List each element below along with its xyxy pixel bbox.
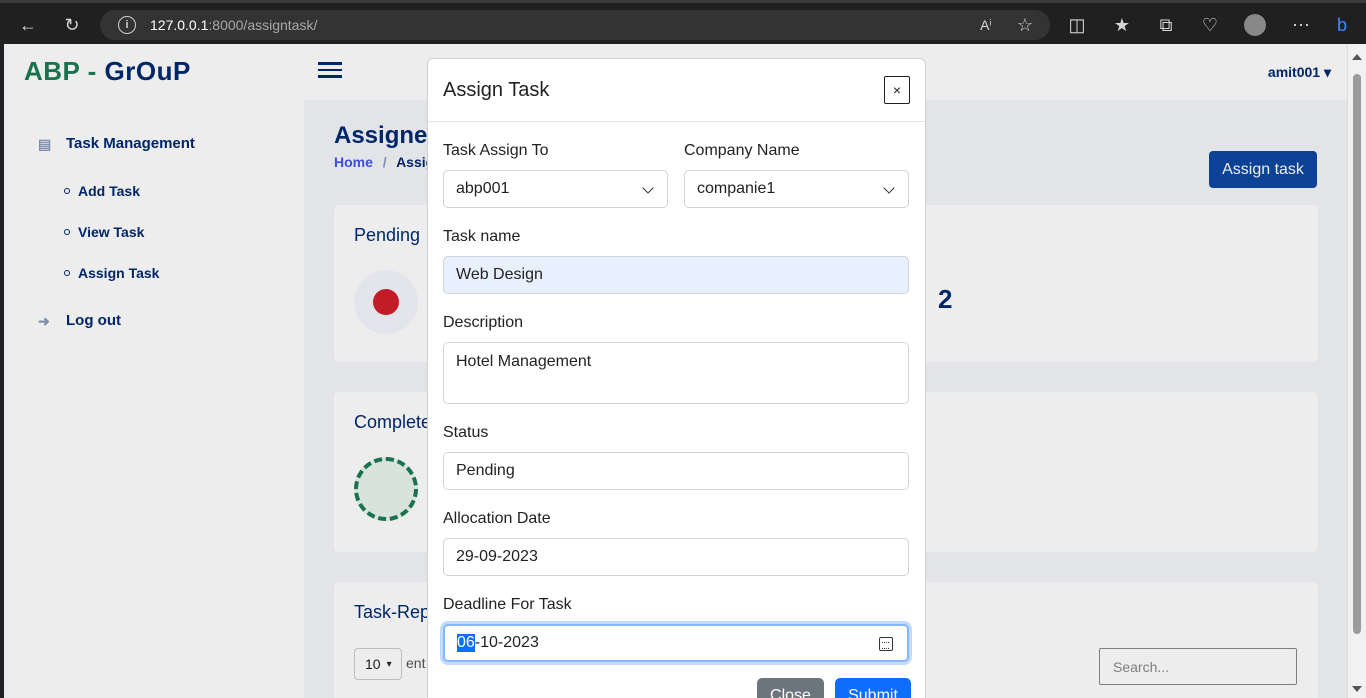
assign-to-value: abp001 <box>456 180 510 197</box>
info-icon[interactable]: i <box>118 16 136 34</box>
page-scrollbar[interactable] <box>1347 44 1366 698</box>
split-screen-icon[interactable]: ◫ <box>1063 11 1091 39</box>
collections-icon[interactable]: ⧉ <box>1152 11 1180 39</box>
task-name-label: Task name <box>443 228 521 245</box>
company-select[interactable]: companie1 <box>684 170 909 208</box>
modal-header: Assign Task × <box>428 59 925 122</box>
chevron-down-icon <box>642 182 654 194</box>
scroll-up-icon[interactable] <box>1352 54 1362 60</box>
allocation-date-label: Allocation Date <box>443 510 551 527</box>
modal-title: Assign Task <box>443 79 550 101</box>
browser-toolbar: ← ↻ i 127.0.0.1:8000/assigntask/ Aⁱ ☆ ◫ … <box>0 0 1366 44</box>
chevron-down-icon <box>883 182 895 194</box>
refresh-icon[interactable]: ↻ <box>58 11 86 39</box>
address-bar[interactable]: i 127.0.0.1:8000/assigntask/ <box>100 10 1050 40</box>
health-icon[interactable]: ♡ <box>1196 11 1224 39</box>
url-path: :8000/assigntask/ <box>208 17 318 33</box>
company-value: companie1 <box>697 180 776 197</box>
task-name-input[interactable]: Web Design <box>443 256 909 294</box>
description-label: Description <box>443 314 524 331</box>
favorite-star-icon[interactable]: ☆ <box>1011 11 1039 39</box>
deadline-day-segment[interactable]: 06 <box>457 634 475 652</box>
scrollbar-thumb[interactable] <box>1353 74 1361 634</box>
favorites-icon[interactable]: ★ <box>1108 11 1136 39</box>
profile-icon[interactable] <box>1241 11 1269 39</box>
bing-icon[interactable]: b <box>1328 11 1356 39</box>
description-textarea[interactable]: Hotel Management <box>443 342 909 404</box>
url-host: 127.0.0.1 <box>150 17 209 33</box>
browser-window: ← ↻ i 127.0.0.1:8000/assigntask/ Aⁱ ☆ ◫ … <box>0 0 1366 698</box>
assign-to-label: Task Assign To <box>443 142 549 159</box>
scroll-down-icon[interactable] <box>1352 686 1362 692</box>
status-input[interactable]: Pending <box>443 452 909 490</box>
calendar-icon[interactable] <box>879 637 893 651</box>
assign-task-modal: Assign Task × Task Assign To abp001 Comp… <box>427 58 926 698</box>
submit-button[interactable]: Submit <box>835 678 911 698</box>
deadline-date-input[interactable]: 06 -10-2023 <box>443 624 909 662</box>
close-button[interactable]: Close <box>757 678 824 698</box>
read-aloud-icon[interactable]: Aⁱ <box>972 11 1000 39</box>
page-content: ABP - GrOuP amit001 ▾ ▤ Task Management … <box>4 44 1347 698</box>
status-label: Status <box>443 424 489 441</box>
back-icon[interactable]: ← <box>14 11 42 39</box>
deadline-label: Deadline For Task <box>443 596 572 613</box>
allocation-date-input[interactable]: 29-09-2023 <box>443 538 909 576</box>
deadline-rest: -10-2023 <box>474 634 539 651</box>
company-label: Company Name <box>684 142 800 159</box>
assign-to-select[interactable]: abp001 <box>443 170 668 208</box>
more-menu-icon[interactable]: ⋯ <box>1287 11 1315 39</box>
close-icon[interactable]: × <box>884 76 910 104</box>
